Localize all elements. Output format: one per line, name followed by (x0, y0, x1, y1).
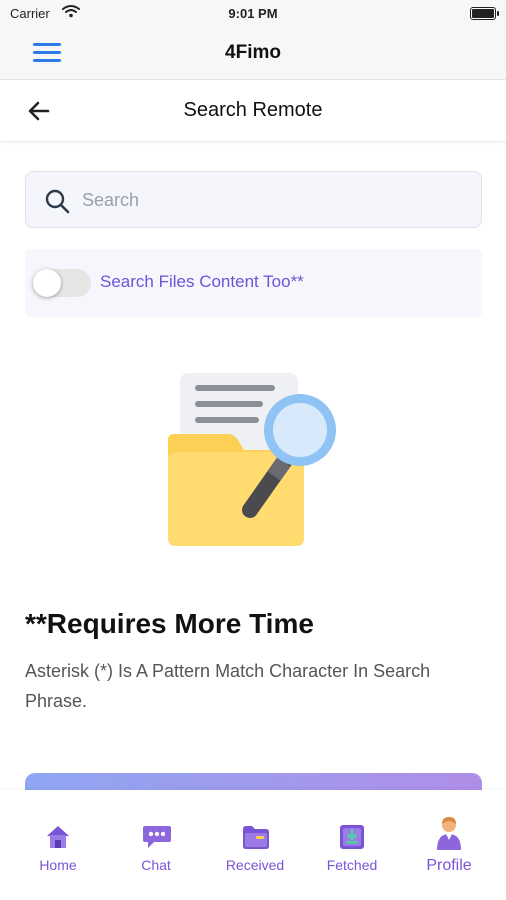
fetched-icon (338, 823, 366, 851)
folder-search-illustration (160, 368, 350, 553)
page-header: Search Remote (0, 80, 506, 142)
toggle-knob (33, 269, 61, 297)
search-content-toggle-card: Search Files Content Too** (25, 249, 482, 317)
search-input[interactable] (82, 182, 462, 218)
page-title: Search Remote (183, 99, 323, 121)
app-bar: 4Fimo (0, 28, 506, 80)
tab-profile[interactable]: Profile (399, 790, 499, 900)
tab-received[interactable]: Received (205, 790, 305, 900)
search-content-toggle[interactable] (33, 269, 91, 297)
home-icon (44, 823, 72, 851)
app-title: 4Fimo (225, 42, 281, 63)
tab-chat[interactable]: Chat (106, 790, 206, 900)
tab-home-label: Home (39, 857, 77, 873)
clock: 9:01 PM (228, 6, 278, 21)
info-text: Asterisk (*) Is A Pattern Match Characte… (25, 661, 431, 711)
tab-received-label: Received (225, 857, 285, 873)
profile-icon (435, 816, 463, 852)
chat-icon (142, 823, 171, 851)
tab-fetched-label: Fetched (326, 857, 378, 873)
battery-icon (470, 7, 499, 20)
search-content-toggle-label[interactable]: Search Files Content Too** (100, 272, 304, 292)
tab-home[interactable]: Home (8, 790, 108, 900)
search-icon (44, 188, 70, 214)
tab-chat-label: Chat (141, 857, 171, 873)
bottom-tab-bar: Home Chat Received Fetched Profile (0, 790, 506, 900)
tab-fetched[interactable]: Fetched (302, 790, 402, 900)
info-heading: **Requires More Time (25, 608, 314, 639)
status-bar: Carrier 9:01 PM (0, 0, 506, 28)
received-icon (241, 823, 269, 851)
search-box (25, 171, 482, 228)
tab-profile-label: Profile (426, 857, 472, 874)
